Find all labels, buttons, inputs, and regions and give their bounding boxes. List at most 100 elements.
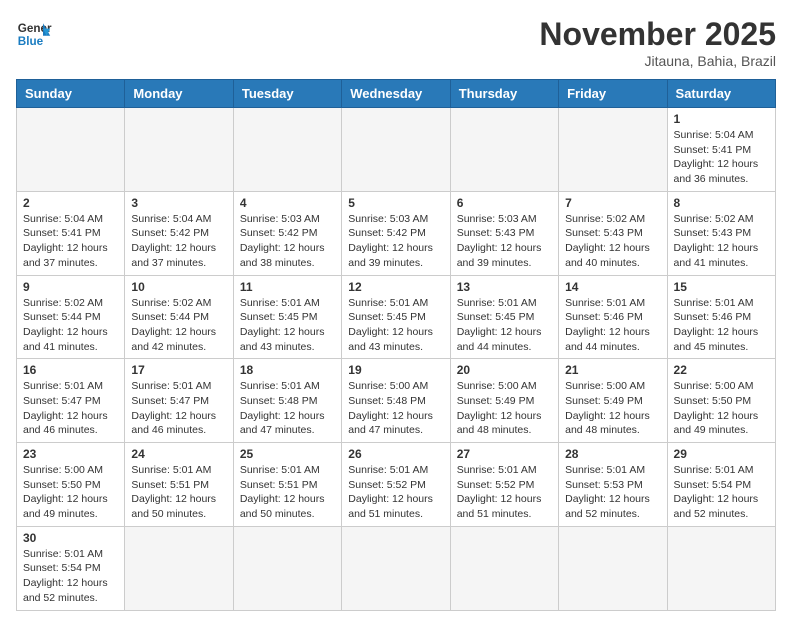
calendar-cell: 5 Sunrise: 5:03 AMSunset: 5:42 PMDaylight… (342, 191, 450, 275)
calendar-cell: 27 Sunrise: 5:01 AMSunset: 5:52 PMDayligh… (450, 443, 558, 527)
week-row-1: 2 Sunrise: 5:04 AMSunset: 5:41 PMDaylight… (17, 191, 776, 275)
cell-content: Sunrise: 5:02 AMSunset: 5:44 PMDaylight:… (23, 296, 118, 355)
day-number: 5 (348, 196, 443, 210)
calendar-cell: 12Sunrise: 5:01 AMSunset: 5:45 PMDayligh… (342, 275, 450, 359)
calendar-cell: 10Sunrise: 5:02 AMSunset: 5:44 PMDayligh… (125, 275, 233, 359)
day-number: 2 (23, 196, 118, 210)
cell-content: Sunrise: 5:04 AMSunset: 5:41 PMDaylight:… (23, 212, 118, 271)
calendar-cell (233, 526, 341, 610)
calendar-cell: 21 Sunrise: 5:00 AMSunset: 5:49 PMDayligh… (559, 359, 667, 443)
calendar-cell: 17 Sunrise: 5:01 AMSunset: 5:47 PMDayligh… (125, 359, 233, 443)
weekday-saturday: Saturday (667, 80, 775, 108)
cell-content: Sunrise: 5:02 AMSunset: 5:44 PMDaylight:… (131, 296, 226, 355)
day-number: 17 (131, 363, 226, 377)
cell-content: Sunrise: 5:01 AMSunset: 5:47 PMDaylight:… (23, 379, 118, 438)
day-number: 15 (674, 280, 769, 294)
calendar-cell: 28Sunrise: 5:01 AMSunset: 5:53 PMDayligh… (559, 443, 667, 527)
calendar-table: SundayMondayTuesdayWednesdayThursdayFrid… (16, 79, 776, 611)
day-number: 1 (674, 112, 769, 126)
cell-content: Sunrise: 5:01 AMSunset: 5:46 PMDaylight:… (674, 296, 769, 355)
calendar-body: 1 Sunrise: 5:04 AMSunset: 5:41 PMDaylight… (17, 108, 776, 611)
day-number: 29 (674, 447, 769, 461)
cell-content: Sunrise: 5:01 AMSunset: 5:47 PMDaylight:… (131, 379, 226, 438)
calendar-cell: 23Sunrise: 5:00 AMSunset: 5:50 PMDayligh… (17, 443, 125, 527)
calendar-cell: 13 Sunrise: 5:01 AMSunset: 5:45 PMDayligh… (450, 275, 558, 359)
day-number: 27 (457, 447, 552, 461)
logo: General Blue (16, 16, 52, 52)
calendar-cell: 2 Sunrise: 5:04 AMSunset: 5:41 PMDaylight… (17, 191, 125, 275)
day-number: 13 (457, 280, 552, 294)
calendar-cell: 7 Sunrise: 5:02 AMSunset: 5:43 PMDaylight… (559, 191, 667, 275)
day-number: 9 (23, 280, 118, 294)
day-number: 20 (457, 363, 552, 377)
cell-content: Sunrise: 5:01 AMSunset: 5:51 PMDaylight:… (131, 463, 226, 522)
calendar-cell: 15 Sunrise: 5:01 AMSunset: 5:46 PMDayligh… (667, 275, 775, 359)
day-number: 23 (23, 447, 118, 461)
day-number: 22 (674, 363, 769, 377)
day-number: 16 (23, 363, 118, 377)
weekday-wednesday: Wednesday (342, 80, 450, 108)
day-number: 19 (348, 363, 443, 377)
calendar-cell: 3Sunrise: 5:04 AMSunset: 5:42 PMDaylight… (125, 191, 233, 275)
calendar-cell: 18 Sunrise: 5:01 AMSunset: 5:48 PMDayligh… (233, 359, 341, 443)
cell-content: Sunrise: 5:00 AMSunset: 5:50 PMDaylight:… (674, 379, 769, 438)
calendar-cell (667, 526, 775, 610)
weekday-thursday: Thursday (450, 80, 558, 108)
cell-content: Sunrise: 5:01 AMSunset: 5:51 PMDaylight:… (240, 463, 335, 522)
cell-content: Sunrise: 5:01 AMSunset: 5:45 PMDaylight:… (240, 296, 335, 355)
calendar-cell: 24Sunrise: 5:01 AMSunset: 5:51 PMDayligh… (125, 443, 233, 527)
day-number: 14 (565, 280, 660, 294)
calendar-cell (450, 526, 558, 610)
cell-content: Sunrise: 5:01 AMSunset: 5:48 PMDaylight:… (240, 379, 335, 438)
weekday-friday: Friday (559, 80, 667, 108)
day-number: 21 (565, 363, 660, 377)
calendar-header: SundayMondayTuesdayWednesdayThursdayFrid… (17, 80, 776, 108)
calendar-cell: 11 Sunrise: 5:01 AMSunset: 5:45 PMDayligh… (233, 275, 341, 359)
day-number: 3 (131, 196, 226, 210)
day-number: 4 (240, 196, 335, 210)
cell-content: Sunrise: 5:01 AMSunset: 5:54 PMDaylight:… (674, 463, 769, 522)
cell-content: Sunrise: 5:01 AMSunset: 5:52 PMDaylight:… (457, 463, 552, 522)
cell-content: Sunrise: 5:00 AMSunset: 5:49 PMDaylight:… (565, 379, 660, 438)
calendar-cell (559, 108, 667, 192)
cell-content: Sunrise: 5:02 AMSunset: 5:43 PMDaylight:… (674, 212, 769, 271)
cell-content: Sunrise: 5:04 AMSunset: 5:41 PMDaylight:… (674, 128, 769, 187)
day-number: 28 (565, 447, 660, 461)
cell-content: Sunrise: 5:00 AMSunset: 5:48 PMDaylight:… (348, 379, 443, 438)
day-number: 6 (457, 196, 552, 210)
calendar-cell: 14Sunrise: 5:01 AMSunset: 5:46 PMDayligh… (559, 275, 667, 359)
day-number: 26 (348, 447, 443, 461)
week-row-0: 1 Sunrise: 5:04 AMSunset: 5:41 PMDaylight… (17, 108, 776, 192)
calendar-cell: 16 Sunrise: 5:01 AMSunset: 5:47 PMDayligh… (17, 359, 125, 443)
cell-content: Sunrise: 5:03 AMSunset: 5:42 PMDaylight:… (348, 212, 443, 271)
calendar-cell (125, 526, 233, 610)
calendar-cell: 8Sunrise: 5:02 AMSunset: 5:43 PMDaylight… (667, 191, 775, 275)
cell-content: Sunrise: 5:01 AMSunset: 5:45 PMDaylight:… (457, 296, 552, 355)
day-number: 18 (240, 363, 335, 377)
weekday-header-row: SundayMondayTuesdayWednesdayThursdayFrid… (17, 80, 776, 108)
cell-content: Sunrise: 5:01 AMSunset: 5:52 PMDaylight:… (348, 463, 443, 522)
calendar-cell: 25Sunrise: 5:01 AMSunset: 5:51 PMDayligh… (233, 443, 341, 527)
location: Jitauna, Bahia, Brazil (539, 53, 776, 69)
day-number: 12 (348, 280, 443, 294)
week-row-5: 30 Sunrise: 5:01 AMSunset: 5:54 PMDayligh… (17, 526, 776, 610)
day-number: 11 (240, 280, 335, 294)
calendar-cell (342, 526, 450, 610)
calendar-cell: 30 Sunrise: 5:01 AMSunset: 5:54 PMDayligh… (17, 526, 125, 610)
calendar-cell (450, 108, 558, 192)
cell-content: Sunrise: 5:02 AMSunset: 5:43 PMDaylight:… (565, 212, 660, 271)
day-number: 7 (565, 196, 660, 210)
weekday-tuesday: Tuesday (233, 80, 341, 108)
title-block: November 2025 Jitauna, Bahia, Brazil (539, 16, 776, 69)
calendar-cell: 29 Sunrise: 5:01 AMSunset: 5:54 PMDayligh… (667, 443, 775, 527)
calendar-cell: 22 Sunrise: 5:00 AMSunset: 5:50 PMDayligh… (667, 359, 775, 443)
week-row-4: 23Sunrise: 5:00 AMSunset: 5:50 PMDayligh… (17, 443, 776, 527)
calendar-cell: 20Sunrise: 5:00 AMSunset: 5:49 PMDayligh… (450, 359, 558, 443)
cell-content: Sunrise: 5:03 AMSunset: 5:43 PMDaylight:… (457, 212, 552, 271)
calendar-cell: 6 Sunrise: 5:03 AMSunset: 5:43 PMDaylight… (450, 191, 558, 275)
week-row-3: 16 Sunrise: 5:01 AMSunset: 5:47 PMDayligh… (17, 359, 776, 443)
calendar-cell (125, 108, 233, 192)
cell-content: Sunrise: 5:01 AMSunset: 5:54 PMDaylight:… (23, 547, 118, 606)
calendar-cell (233, 108, 341, 192)
day-number: 30 (23, 531, 118, 545)
